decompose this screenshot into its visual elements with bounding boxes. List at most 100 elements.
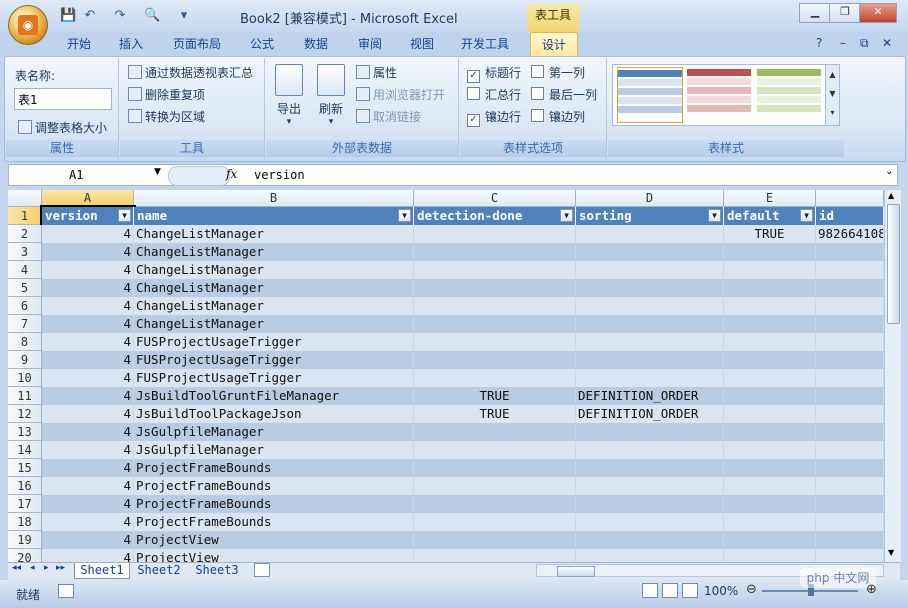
sheet-nav-prev-icon[interactable]: ◂ xyxy=(30,563,35,573)
table-cell[interactable]: JsBuildToolPackageJson xyxy=(134,405,414,423)
table-cell[interactable]: FUSProjectUsageTrigger xyxy=(134,351,414,369)
column-header-f[interactable] xyxy=(816,190,884,207)
table-cell[interactable] xyxy=(816,333,884,351)
sheet-tab-sheet3[interactable]: Sheet3 xyxy=(190,563,244,578)
table-cell[interactable]: 982664108 xyxy=(816,225,884,243)
table-cell[interactable]: 4 xyxy=(42,513,134,531)
table-cell[interactable] xyxy=(576,279,724,297)
tab-design[interactable]: 设计 xyxy=(530,32,578,57)
table-name-input[interactable]: 表1 xyxy=(14,88,112,110)
zoom-out-icon[interactable]: ⊖ xyxy=(746,582,757,597)
table-cell[interactable] xyxy=(816,531,884,549)
table-cell[interactable]: 4 xyxy=(42,405,134,423)
name-box[interactable]: A1 xyxy=(9,165,159,185)
filter-dropdown-icon[interactable]: ▼ xyxy=(118,209,131,222)
table-cell[interactable] xyxy=(724,315,816,333)
table-cell[interactable]: 4 xyxy=(42,351,134,369)
table-cell[interactable] xyxy=(414,333,576,351)
row-header[interactable]: 18 xyxy=(8,513,42,531)
table-cell[interactable] xyxy=(816,423,884,441)
resize-table-button[interactable]: 调整表格大小 xyxy=(18,119,107,136)
convert-to-range-button[interactable]: 转换为区域 xyxy=(128,108,205,125)
table-cell[interactable] xyxy=(414,225,576,243)
table-cell[interactable] xyxy=(724,405,816,423)
table-cell[interactable]: DEFINITION_ORDER xyxy=(576,405,724,423)
row-header[interactable]: 1 xyxy=(8,207,42,225)
tab-data[interactable]: 数据 xyxy=(294,32,338,56)
table-cell[interactable] xyxy=(414,441,576,459)
row-header[interactable]: 16 xyxy=(8,477,42,495)
table-cell[interactable] xyxy=(414,243,576,261)
table-cell[interactable]: ProjectFrameBounds xyxy=(134,513,414,531)
table-cell[interactable]: 4 xyxy=(42,387,134,405)
table-cell[interactable] xyxy=(576,513,724,531)
zoom-in-icon[interactable]: ⊕ xyxy=(866,582,877,597)
tab-formulas[interactable]: 公式 xyxy=(240,32,284,56)
row-header[interactable]: 7 xyxy=(8,315,42,333)
ribbon-minimize-icon[interactable]: – xyxy=(840,36,846,50)
table-style-blue[interactable] xyxy=(617,67,683,123)
table-cell[interactable]: ChangeListManager xyxy=(134,297,414,315)
insert-sheet-icon[interactable] xyxy=(254,563,270,577)
table-cell[interactable]: FUSProjectUsageTrigger xyxy=(134,369,414,387)
macro-record-icon[interactable] xyxy=(58,584,74,598)
banded-rows-checkbox[interactable]: ✓ 镶边行 xyxy=(467,108,521,127)
header-default[interactable]: default ▼ xyxy=(724,207,816,225)
table-cell[interactable] xyxy=(576,369,724,387)
table-cell[interactable]: 4 xyxy=(42,261,134,279)
table-cell[interactable] xyxy=(576,423,724,441)
table-cell[interactable] xyxy=(724,423,816,441)
table-cell[interactable] xyxy=(724,387,816,405)
table-cell[interactable] xyxy=(724,441,816,459)
table-cell[interactable]: 4 xyxy=(42,333,134,351)
table-cell[interactable] xyxy=(816,279,884,297)
table-cell[interactable] xyxy=(576,477,724,495)
table-cell[interactable] xyxy=(576,351,724,369)
row-header[interactable]: 17 xyxy=(8,495,42,513)
table-cell[interactable] xyxy=(414,297,576,315)
table-cell[interactable] xyxy=(576,225,724,243)
table-cell[interactable] xyxy=(816,243,884,261)
select-all-corner[interactable] xyxy=(8,190,42,207)
table-cell[interactable]: 4 xyxy=(42,549,134,562)
ribbon-close-icon[interactable]: ✕ xyxy=(882,36,892,50)
table-cell[interactable] xyxy=(816,369,884,387)
row-header[interactable]: 12 xyxy=(8,405,42,423)
scroll-up-icon[interactable]: ▲ xyxy=(888,191,894,200)
table-cell[interactable]: FUSProjectUsageTrigger xyxy=(134,333,414,351)
table-cell[interactable] xyxy=(414,531,576,549)
table-cell[interactable] xyxy=(816,387,884,405)
open-in-browser-button[interactable]: 用浏览器打开 xyxy=(356,86,445,103)
row-header[interactable]: 11 xyxy=(8,387,42,405)
table-cell[interactable]: 4 xyxy=(42,531,134,549)
print-preview-icon[interactable]: 🔍 xyxy=(144,8,160,24)
table-cell[interactable] xyxy=(576,495,724,513)
tab-home[interactable]: 开始 xyxy=(56,32,102,56)
first-column-checkbox[interactable]: 第一列 xyxy=(531,64,585,81)
table-cell[interactable] xyxy=(724,333,816,351)
table-cell[interactable] xyxy=(724,549,816,562)
tab-insert[interactable]: 插入 xyxy=(108,32,154,56)
table-cell[interactable] xyxy=(414,549,576,562)
insert-function-icon[interactable]: fx xyxy=(226,167,237,181)
table-cell[interactable] xyxy=(724,531,816,549)
table-cell[interactable]: ChangeListManager xyxy=(134,315,414,333)
filter-dropdown-icon[interactable]: ▼ xyxy=(708,209,721,222)
table-cell[interactable] xyxy=(816,477,884,495)
table-cell[interactable]: 4 xyxy=(42,315,134,333)
vertical-scrollbar[interactable]: ▲ ▼ xyxy=(884,190,901,562)
properties-button[interactable]: 属性 xyxy=(356,64,397,81)
page-break-view-icon[interactable] xyxy=(682,583,698,598)
table-cell[interactable]: ChangeListManager xyxy=(134,243,414,261)
table-cell[interactable]: DEFINITION_ORDER xyxy=(576,387,724,405)
table-cell[interactable] xyxy=(724,477,816,495)
table-cell[interactable] xyxy=(816,513,884,531)
table-cell[interactable] xyxy=(724,279,816,297)
row-header[interactable]: 5 xyxy=(8,279,42,297)
table-cell[interactable] xyxy=(414,459,576,477)
table-cell[interactable]: TRUE xyxy=(414,405,576,423)
table-cell[interactable] xyxy=(816,459,884,477)
tab-review[interactable]: 审阅 xyxy=(348,32,392,56)
page-layout-view-icon[interactable] xyxy=(662,583,678,598)
table-cell[interactable] xyxy=(724,243,816,261)
